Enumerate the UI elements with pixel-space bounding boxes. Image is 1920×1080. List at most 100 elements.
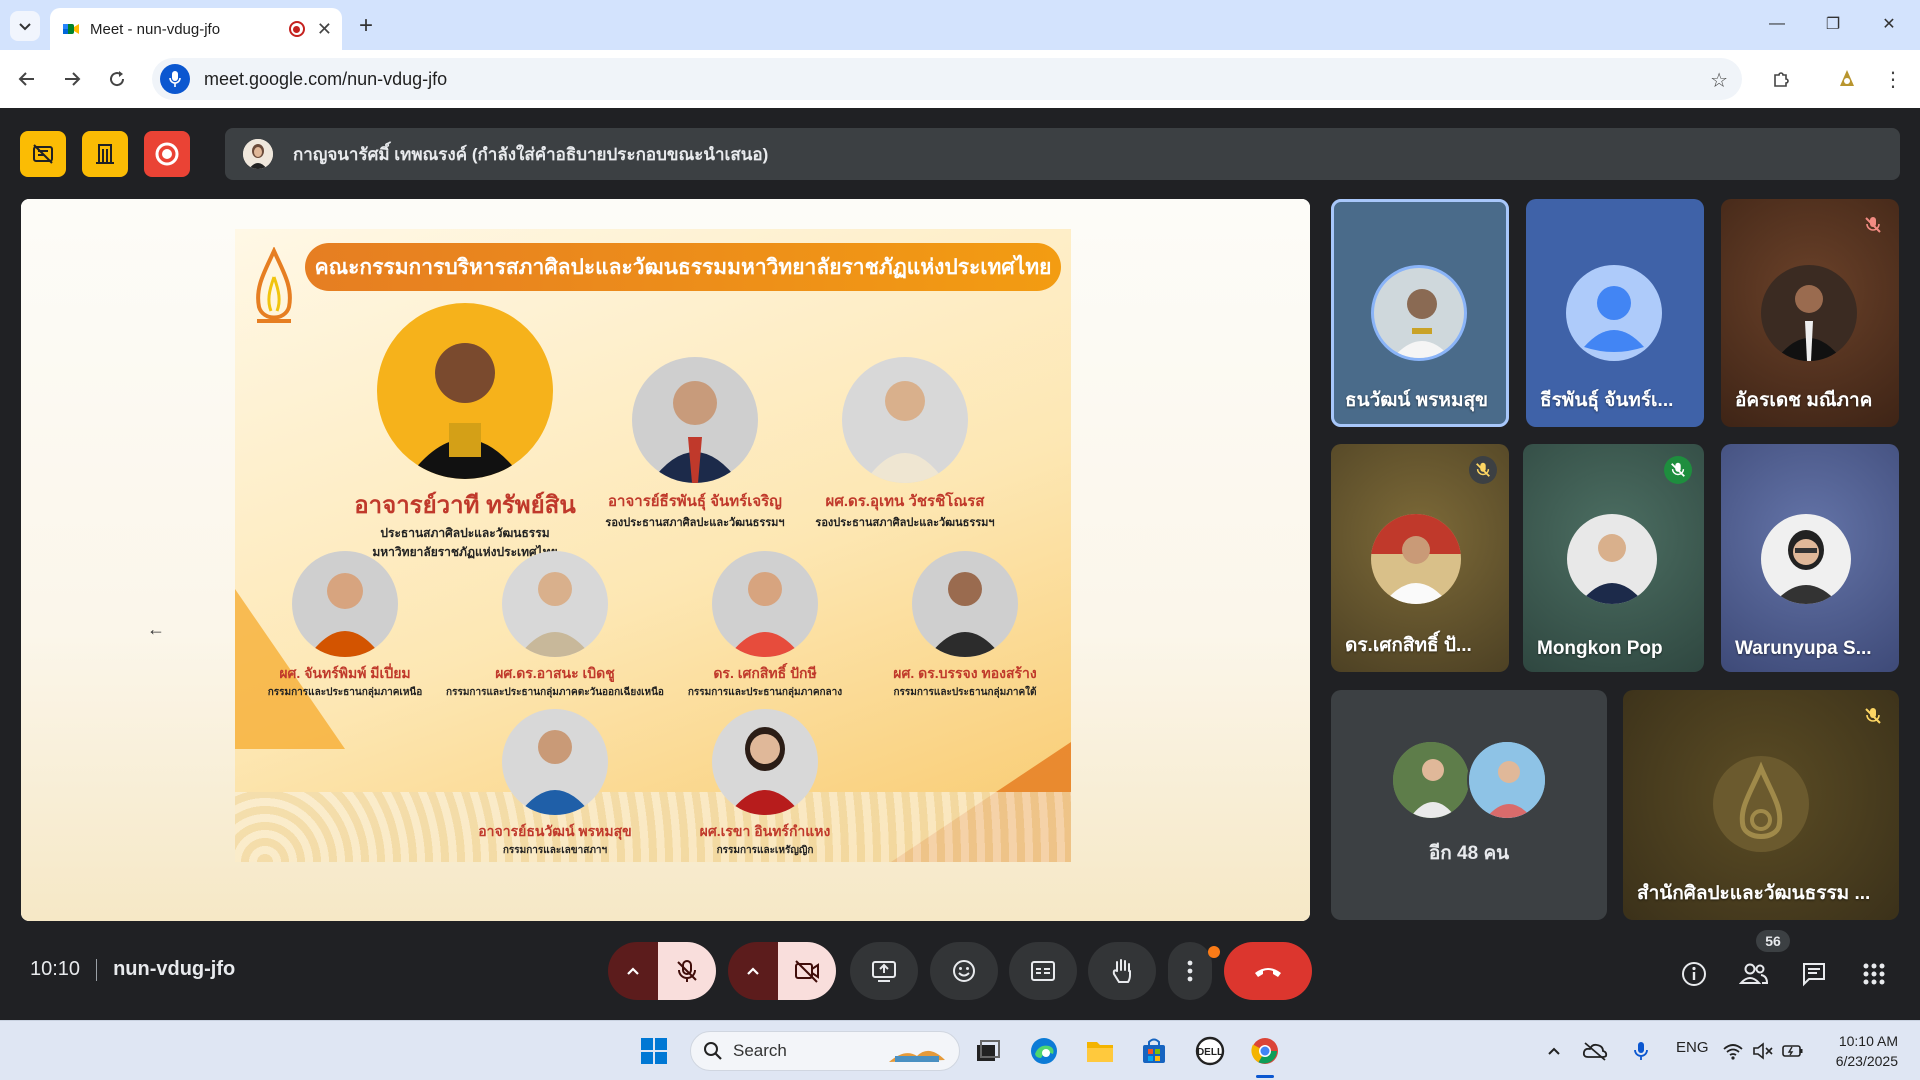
meeting-info: 10:10 nun-vdug-jfo <box>30 958 235 981</box>
tab-close-icon[interactable]: ✕ <box>317 19 332 40</box>
member-name: ผศ.ดร.อาสนะ เบิดชู <box>495 665 615 681</box>
microsoft-store-button[interactable] <box>1136 1033 1172 1069</box>
committee-member: ผศ.ดร.อุเทน วัชรชิโณรส รองประธานสภาศิลปะ… <box>795 357 1015 531</box>
member-photo <box>842 357 968 483</box>
apps-grid-icon <box>1863 963 1885 985</box>
meeting-time: 10:10 <box>30 958 81 980</box>
participant-name: Mongkon Pop <box>1537 638 1663 659</box>
participant-tile[interactable]: อัครเดช มณีภาค <box>1721 199 1899 427</box>
no-captions-chip[interactable] <box>20 131 66 177</box>
battery-icon[interactable] <box>1778 1033 1808 1069</box>
tab-search-button[interactable] <box>10 11 40 41</box>
mic-off-icon <box>677 960 697 982</box>
participant-tile[interactable]: ดร.เศกสิทธิ์ ปั... <box>1331 444 1509 672</box>
audio-options-button[interactable] <box>608 942 658 1000</box>
present-now-button[interactable] <box>850 942 918 1000</box>
people-button[interactable] <box>1736 956 1772 992</box>
tab-title: Meet - nun-vdug-jfo <box>90 20 221 38</box>
chevron-up-icon <box>1548 1047 1560 1055</box>
new-tab-button[interactable]: + <box>352 12 380 40</box>
participant-avatar <box>1761 265 1857 361</box>
member-name: ผศ.เรขา อินทร์กำแหง <box>699 823 831 839</box>
wifi-icon[interactable] <box>1718 1033 1748 1069</box>
presenter-banner-text: กาญจนารัศมิ์ เทพณรงค์ (กำลังใส่คำอธิบายป… <box>293 144 769 164</box>
participant-tile[interactable]: สำนักศิลปะและวัฒนธรรม ... <box>1623 690 1899 920</box>
committee-member: ผศ. จันทร์พิมพ์ มีเปี่ยม กรรมการและประธา… <box>235 551 455 700</box>
participant-name: ธีรพันธุ์ จันทร์เ... <box>1540 390 1674 411</box>
back-button[interactable] <box>12 64 42 94</box>
browser-tab-meet[interactable]: Meet - nun-vdug-jfo ✕ <box>50 8 342 50</box>
member-role: รองประธานสภาศิลปะและวัฒนธรรมฯ <box>815 517 995 529</box>
recording-chip[interactable] <box>144 131 190 177</box>
toggle-camera-button[interactable] <box>778 942 836 1000</box>
camera-off-icon <box>795 960 819 983</box>
raise-hand-button[interactable] <box>1088 942 1156 1000</box>
taskbar-search[interactable]: Search <box>690 1031 960 1071</box>
input-language-indicator[interactable]: ENG <box>1676 1039 1709 1056</box>
edge-browser-button[interactable] <box>1026 1033 1062 1069</box>
closed-captions-icon <box>1031 961 1055 981</box>
folder-icon <box>1087 1042 1113 1062</box>
member-role: กรรมการและประธานกลุ่มภาคตะวันออกเฉียงเหน… <box>446 687 664 698</box>
clock-time: 10:10 AM <box>1838 1033 1898 1049</box>
meet-window: กาญจนารัศมิ์ เทพณรงค์ (กำลังใส่คำอธิบายป… <box>0 108 1920 1020</box>
participant-name: ดร.เศกสิทธิ์ ปั... <box>1345 635 1472 656</box>
committee-member: ผศ.เรขา อินทร์กำแหง กรรมการและเหรัญญิก <box>655 709 875 858</box>
close-window-button[interactable]: ✕ <box>1866 8 1912 40</box>
participant-tile[interactable]: ธนวัฒน์ พรหมสุข <box>1331 199 1509 427</box>
chat-button[interactable] <box>1796 956 1832 992</box>
present-control <box>850 942 918 1000</box>
toggle-microphone-button[interactable] <box>658 942 716 1000</box>
system-clock[interactable]: 10:10 AM 6/23/2025 <box>1836 1031 1898 1071</box>
microphone-in-use-icon[interactable] <box>160 64 190 94</box>
raise-hand-control <box>1088 942 1156 1000</box>
forward-button[interactable] <box>57 64 87 94</box>
extensions-icon[interactable] <box>1766 64 1796 94</box>
address-bar[interactable]: meet.google.com/nun-vdug-jfo ☆ <box>152 58 1742 100</box>
others-tile[interactable]: อีก 48 คน <box>1331 690 1607 920</box>
more-options-control <box>1168 942 1220 1000</box>
chevron-up-icon <box>627 967 639 975</box>
restore-button[interactable]: ❐ <box>1810 8 1856 40</box>
dell-logo-icon: DELL <box>1195 1036 1225 1066</box>
participant-tile[interactable]: Mongkon Pop <box>1523 444 1704 672</box>
member-name: ผศ. ดร.บรรจง ทองสร้าง <box>893 665 1037 681</box>
onedrive-status-icon[interactable] <box>1580 1033 1610 1069</box>
committee-member: ผศ.ดร.อาสนะ เบิดชู กรรมการและประธานกลุ่ม… <box>435 551 675 700</box>
start-button[interactable] <box>636 1033 672 1069</box>
member-photo <box>502 551 608 657</box>
activities-button[interactable] <box>1856 956 1892 992</box>
arrow-left-icon <box>18 72 34 86</box>
profile-avatar-icon[interactable] <box>1832 64 1862 94</box>
reload-button[interactable] <box>102 64 132 94</box>
participant-name: Warunyupa S... <box>1735 638 1872 659</box>
minimize-button[interactable]: — <box>1754 8 1800 40</box>
member-name: อาจารย์ธนวัฒน์ พรหมสุข <box>478 823 632 839</box>
companion-mode-chip[interactable] <box>82 131 128 177</box>
participant-name: สำนักศิลปะและวัฒนธรรม ... <box>1637 883 1871 904</box>
presenter-banner: กาญจนารัศมิ์ เทพณรงค์ (กำลังใส่คำอธิบายป… <box>225 128 1900 180</box>
leave-call-button[interactable] <box>1224 942 1312 1000</box>
participant-avatar <box>1371 265 1467 361</box>
participant-avatar <box>1761 514 1851 604</box>
meeting-details-button[interactable] <box>1676 956 1712 992</box>
mic-control <box>608 942 716 1000</box>
captions-button[interactable] <box>1009 942 1077 1000</box>
task-view-button[interactable] <box>970 1033 1006 1069</box>
microphone-in-use-icon[interactable] <box>1626 1033 1656 1069</box>
reactions-button[interactable] <box>930 942 998 1000</box>
browser-menu-icon[interactable]: ⋮ <box>1878 64 1908 94</box>
chrome-browser-button[interactable] <box>1247 1033 1283 1069</box>
volume-muted-icon[interactable] <box>1748 1033 1778 1069</box>
video-options-button[interactable] <box>728 942 778 1000</box>
mic-off-icon <box>1469 456 1497 484</box>
bookmark-star-icon[interactable]: ☆ <box>1710 68 1728 93</box>
presentation-slide: คณะกรรมการบริหารสภาศิลปะและวัฒนธรรมมหาวิ… <box>235 229 1071 862</box>
participant-tile[interactable]: Warunyupa S... <box>1721 444 1899 672</box>
show-hidden-icons-button[interactable] <box>1542 1033 1566 1069</box>
more-options-button[interactable] <box>1168 942 1212 1000</box>
file-explorer-button[interactable] <box>1082 1033 1118 1069</box>
participant-tile[interactable]: ธีรพันธุ์ จันทร์เ... <box>1526 199 1704 427</box>
dell-app-button[interactable]: DELL <box>1192 1033 1228 1069</box>
member-name: อาจารย์วาที ทรัพย์สิน <box>354 492 576 519</box>
